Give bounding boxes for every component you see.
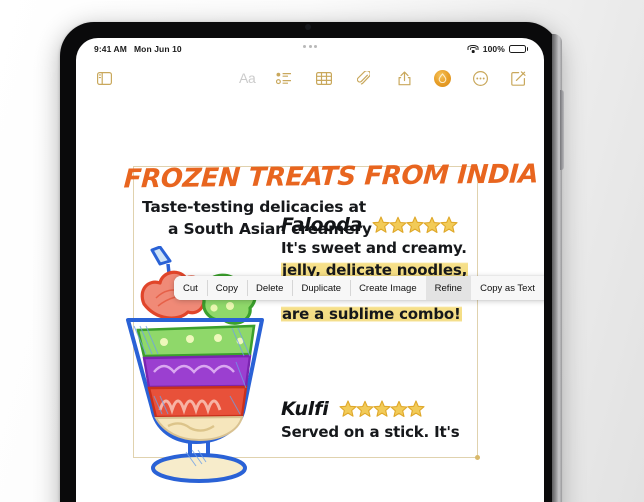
context-menu-item-duplicate[interactable]: Duplicate (292, 276, 351, 300)
toolbar-center-group: Aa (239, 66, 376, 90)
handle-dot (314, 45, 317, 48)
format-aa-button[interactable]: Aa (239, 71, 256, 85)
context-menu-item-delete[interactable]: Delete (246, 276, 293, 300)
context-menu: Cut Copy Delete Duplicate Create Image R… (174, 276, 544, 300)
entry-title: Falooda (281, 214, 363, 236)
table-icon[interactable] (312, 66, 336, 90)
entry-heading: Falooda (281, 214, 544, 236)
note-entry-falooda[interactable]: Falooda It's sweet and creamy. jelly, de… (281, 214, 544, 326)
context-menu-item-cut[interactable]: Cut (174, 276, 207, 300)
battery-icon (508, 44, 528, 54)
entry-line: are a sublime combo! (281, 304, 462, 323)
status-bar-left: 9:41 AM Mon Jun 10 (94, 44, 182, 54)
context-menu-item-create-image[interactable]: Create Image (350, 276, 426, 300)
more-ellipsis-icon[interactable] (468, 66, 492, 90)
battery-percent-label: 100% (482, 44, 505, 54)
context-menu-item-refine[interactable]: Refine (425, 276, 472, 300)
entry-heading: Kulfi (281, 398, 544, 420)
ipad-screen: 9:41 AM Mon Jun 10 100% Aa FROZEN TREATS… (76, 38, 544, 502)
entry-line: It's sweet and creamy. (281, 239, 467, 257)
handle-dot (303, 45, 306, 48)
entry-line: Served on a stick. It's (281, 423, 460, 441)
entry-body: Served on a stick. It's (281, 422, 544, 444)
handle-dot (308, 45, 312, 48)
status-time: 9:41 AM (94, 44, 127, 54)
compose-icon[interactable] (506, 66, 530, 90)
note-canvas[interactable]: FROZEN TREATS FROM INDIA Taste-testing d… (76, 96, 544, 502)
star-rating (338, 399, 427, 419)
paperclip-icon[interactable] (352, 66, 376, 90)
markup-icon[interactable] (430, 66, 454, 90)
wifi-icon (467, 44, 479, 54)
markup-circle (433, 69, 451, 87)
context-menu-item-copy[interactable]: Copy (206, 276, 247, 300)
status-date: Mon Jun 10 (133, 44, 182, 54)
note-title[interactable]: FROZEN TREATS FROM INDIA (123, 159, 539, 194)
front-camera (305, 24, 311, 30)
status-bar-right: 100% (467, 38, 528, 60)
share-icon[interactable] (392, 66, 416, 90)
entry-title: Kulfi (281, 398, 329, 420)
status-bar: 9:41 AM Mon Jun 10 100% (76, 38, 544, 60)
sidebar-icon[interactable] (92, 66, 116, 90)
notes-toolbar: Aa (76, 60, 544, 96)
multitasking-handle[interactable] (303, 45, 317, 48)
volume-button[interactable] (560, 90, 564, 170)
toolbar-right-group (392, 66, 530, 90)
note-entry-kulfi[interactable]: Kulfi Served on a stick. It's (281, 398, 544, 444)
star-rating (372, 215, 460, 235)
checklist-icon[interactable] (272, 66, 296, 90)
context-menu-item-copy-as-text[interactable]: Copy as Text (471, 276, 544, 300)
